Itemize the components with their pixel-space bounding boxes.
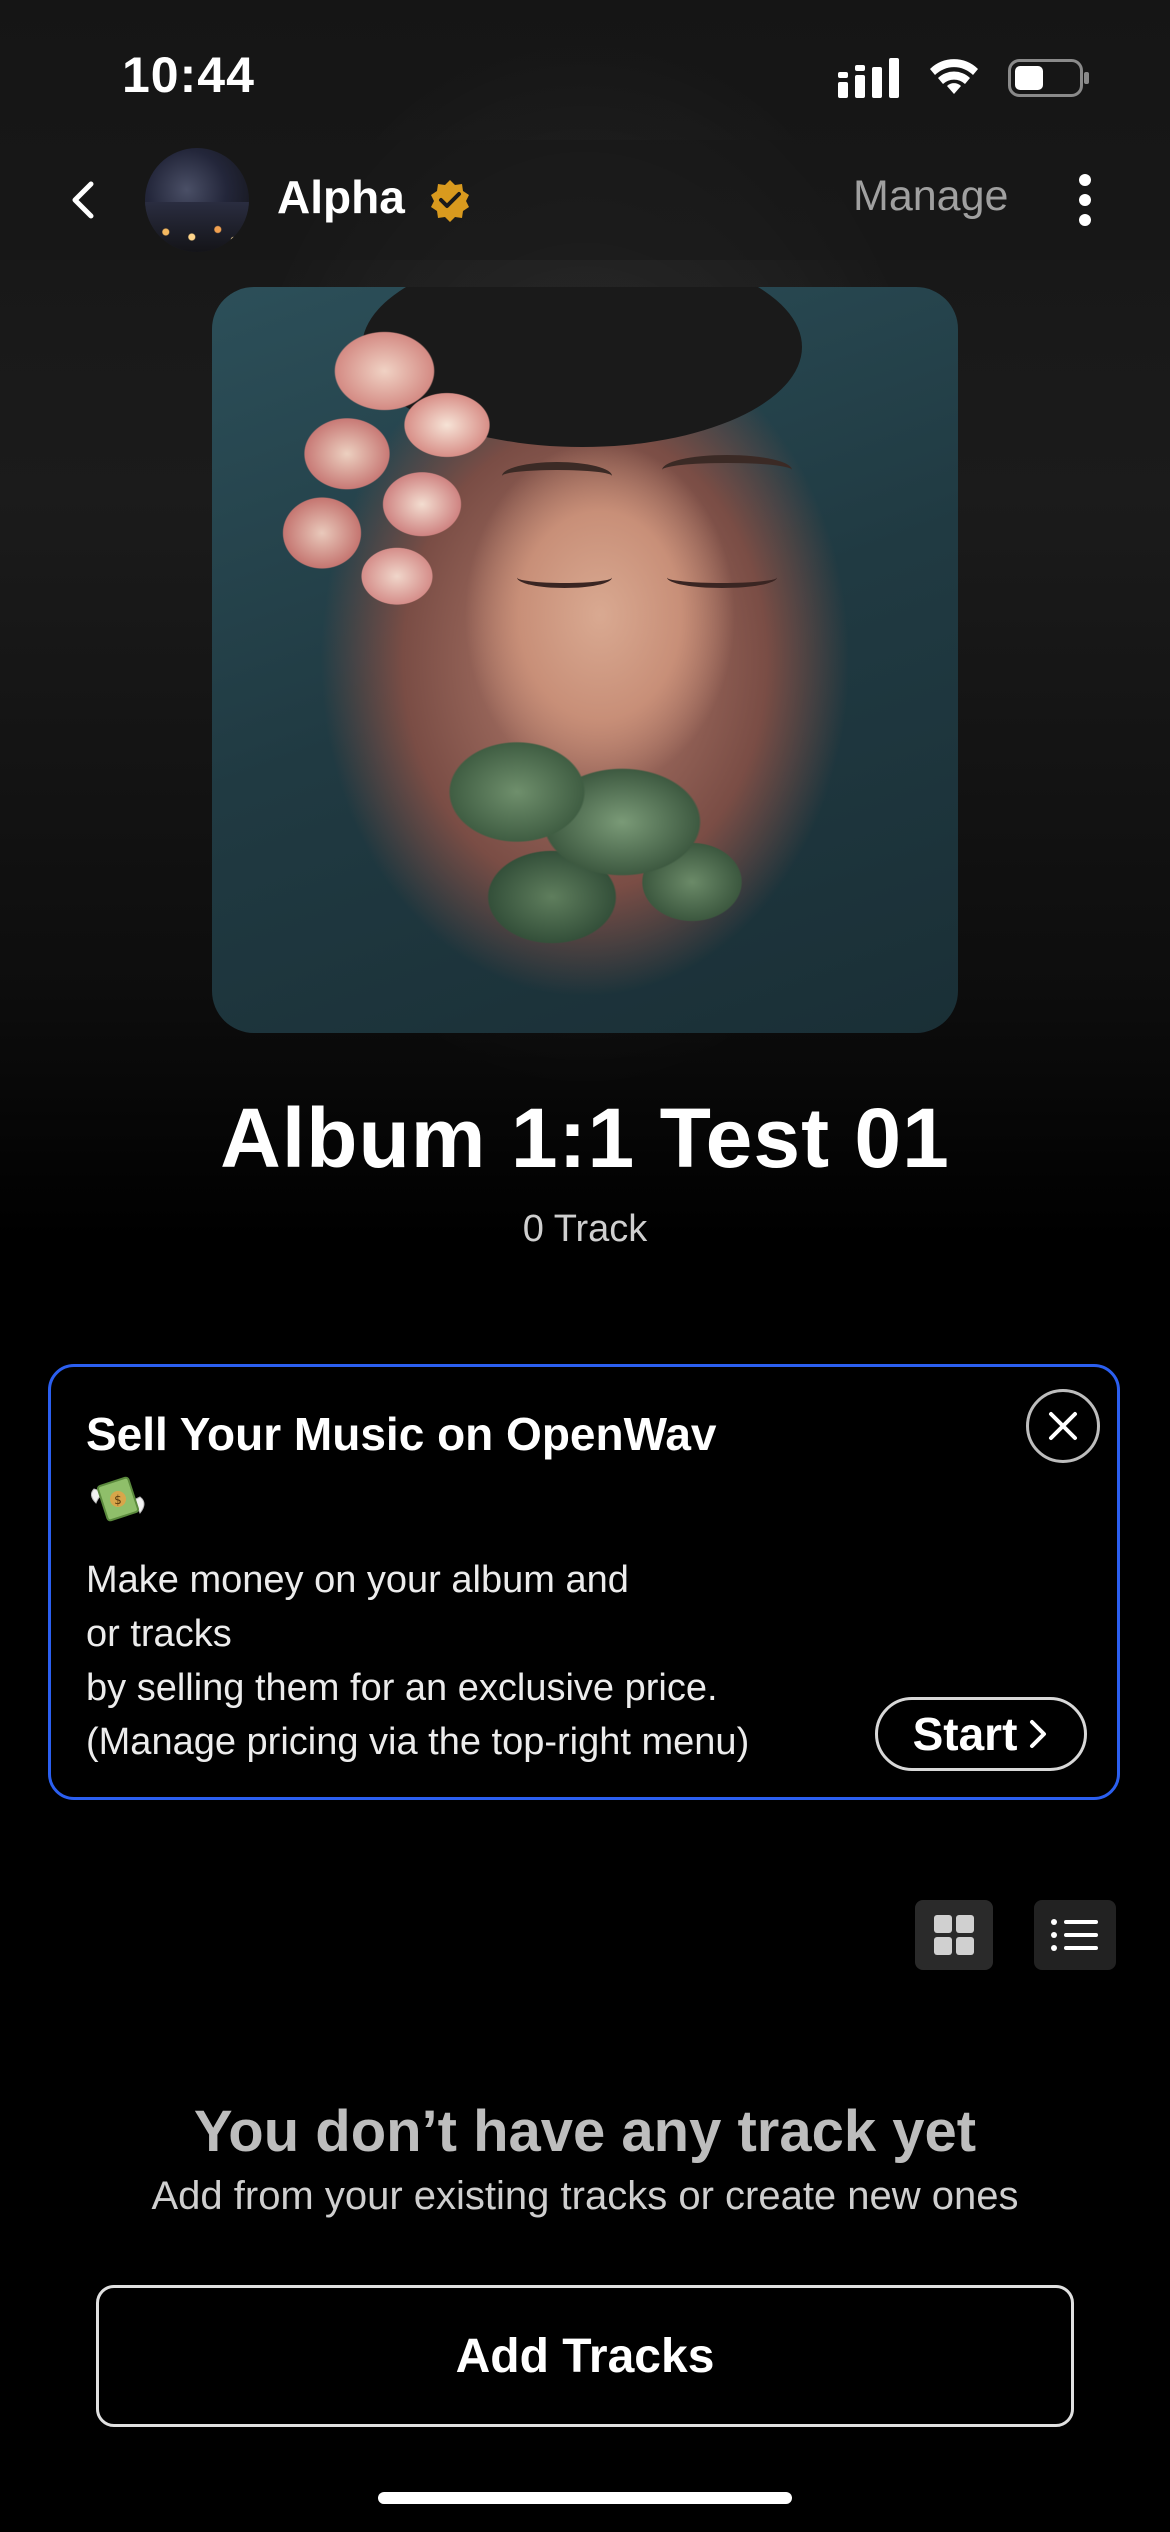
verified-badge-icon: [431, 180, 469, 222]
promo-line: Make money on your album and: [86, 1559, 629, 1601]
grid-view-icon: [934, 1915, 974, 1955]
artist-avatar[interactable]: [145, 148, 249, 252]
promo-line: or tracks: [86, 1613, 232, 1655]
list-view-icon: [1051, 1919, 1098, 1951]
album-title: Album 1:1 Test 01: [220, 1091, 950, 1185]
promo-line: by selling them for an exclusive price.: [86, 1667, 718, 1709]
money-with-wings-icon: $: [90, 1476, 145, 1522]
start-label: Start: [912, 1708, 1018, 1760]
sell-music-promo-card: Sell Your Music on OpenWav $ Make money …: [48, 1364, 1120, 1800]
promo-title: Sell Your Music on OpenWav: [86, 1408, 717, 1460]
grid-view-button[interactable]: [915, 1900, 993, 1970]
home-indicator: [378, 2492, 792, 2504]
chevron-right-icon: [1030, 1720, 1047, 1748]
status-bar: 10:44: [0, 0, 1170, 150]
list-view-button[interactable]: [1034, 1900, 1116, 1970]
top-nav-bar: Alpha Manage: [0, 140, 1170, 260]
promo-line: (Manage pricing via the top-right menu): [86, 1721, 750, 1763]
cellular-signal-icon: [838, 58, 899, 98]
wifi-icon: [930, 59, 978, 94]
promo-description: Make money on your album and or tracks b…: [86, 1553, 846, 1769]
empty-state-subtitle: Add from your existing tracks or create …: [151, 2174, 1019, 2218]
chevron-left-icon[interactable]: [55, 170, 115, 230]
add-tracks-button[interactable]: Add Tracks: [96, 2285, 1074, 2427]
manage-button[interactable]: Manage: [853, 172, 1008, 221]
start-selling-button[interactable]: Start: [875, 1697, 1087, 1771]
status-time: 10:44: [122, 47, 255, 103]
add-tracks-label: Add Tracks: [455, 2329, 715, 2383]
battery-icon: [1008, 59, 1089, 97]
svg-text:$: $: [114, 1493, 122, 1507]
track-count: 0 Track: [522, 1208, 648, 1250]
vertical-ellipsis-icon[interactable]: [1070, 170, 1100, 230]
artist-name[interactable]: Alpha: [277, 170, 405, 224]
close-promo-button[interactable]: [1026, 1389, 1100, 1463]
empty-state-title: You don’t have any track yet: [193, 2099, 977, 2164]
album-cover-image: [212, 287, 958, 1033]
status-icons: [838, 58, 1090, 98]
close-icon: [1049, 1412, 1077, 1440]
